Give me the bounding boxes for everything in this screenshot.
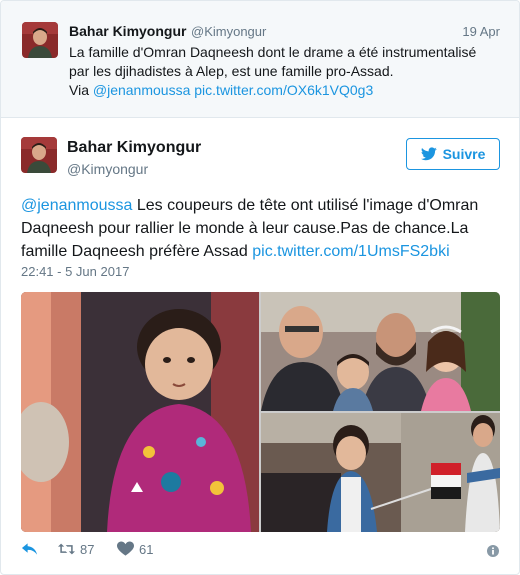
parent-author-handle[interactable]: @Kimyongur — [191, 24, 266, 39]
heart-icon — [117, 541, 134, 556]
follow-button[interactable]: Suivre — [406, 138, 500, 170]
tweet-text-segment: famille Daqneesh préfère Assad — [21, 243, 253, 260]
twitter-bird-icon — [420, 147, 437, 161]
retweet-count: 87 — [80, 541, 95, 557]
parent-text-line: La famille d'Omran Daqneesh dont le dram… — [69, 44, 477, 60]
pic-link[interactable]: pic.twitter.com/1UmsFS2bki — [252, 243, 449, 260]
photo-boy-pink-shirt[interactable] — [21, 292, 259, 532]
parent-text-line: par les djihadistes à Alep, est une fami… — [69, 63, 394, 79]
author-handle[interactable]: @Kimyongur — [67, 161, 148, 177]
parent-tweet[interactable]: Bahar Kimyongur @Kimyongur 19 Apr La fam… — [1, 1, 519, 118]
parent-date[interactable]: 19 Apr — [462, 24, 500, 39]
tweet-embed: Bahar Kimyongur @Kimyongur 19 Apr La fam… — [0, 0, 520, 575]
parent-pic-link[interactable]: pic.twitter.com/OX6k1VQ0g3 — [194, 82, 373, 98]
media-grid — [21, 292, 500, 532]
tweet-text-line: @jenanmoussa Les coupeurs de tête ont ut… — [21, 194, 501, 217]
like-count: 61 — [139, 541, 154, 557]
info-icon — [487, 545, 499, 557]
parent-mention-link[interactable]: @jenanmoussa — [93, 82, 191, 98]
author-avatar[interactable] — [21, 137, 57, 173]
parent-avatar[interactable] — [22, 22, 58, 58]
parent-via-label: Via — [69, 82, 93, 98]
photo-family[interactable] — [261, 292, 500, 411]
tweet-text: @jenanmoussa Les coupeurs de tête ont ut… — [21, 194, 501, 263]
tweet-timestamp[interactable]: 22:41 - 5 Jun 2017 — [21, 264, 129, 279]
tweet-text-line: Daqneesh pour rallier le monde à leur ca… — [21, 220, 469, 237]
retweet-icon — [58, 543, 75, 555]
reply-button[interactable] — [21, 541, 38, 557]
mention-link[interactable]: @jenanmoussa — [21, 197, 132, 214]
like-button[interactable]: 61 — [117, 541, 153, 557]
tweet-text-segment: Les coupeurs de tête ont utilisé l'image… — [132, 197, 479, 214]
tweet-text-line: famille Daqneesh préfère Assad pic.twitt… — [21, 240, 501, 263]
reply-icon — [21, 543, 38, 555]
follow-label: Suivre — [442, 146, 486, 162]
author-name[interactable]: Bahar Kimyongur — [67, 139, 201, 157]
parent-text: La famille d'Omran Daqneesh dont le dram… — [69, 43, 489, 100]
parent-author-name[interactable]: Bahar Kimyongur — [69, 23, 186, 39]
photo-boy-flag[interactable] — [261, 413, 500, 532]
action-bar: 87 61 — [21, 541, 501, 561]
info-button[interactable] — [487, 544, 499, 562]
retweet-button[interactable]: 87 — [58, 541, 94, 557]
parent-text-line: Via @jenanmoussa pic.twitter.com/OX6k1VQ… — [69, 81, 489, 100]
